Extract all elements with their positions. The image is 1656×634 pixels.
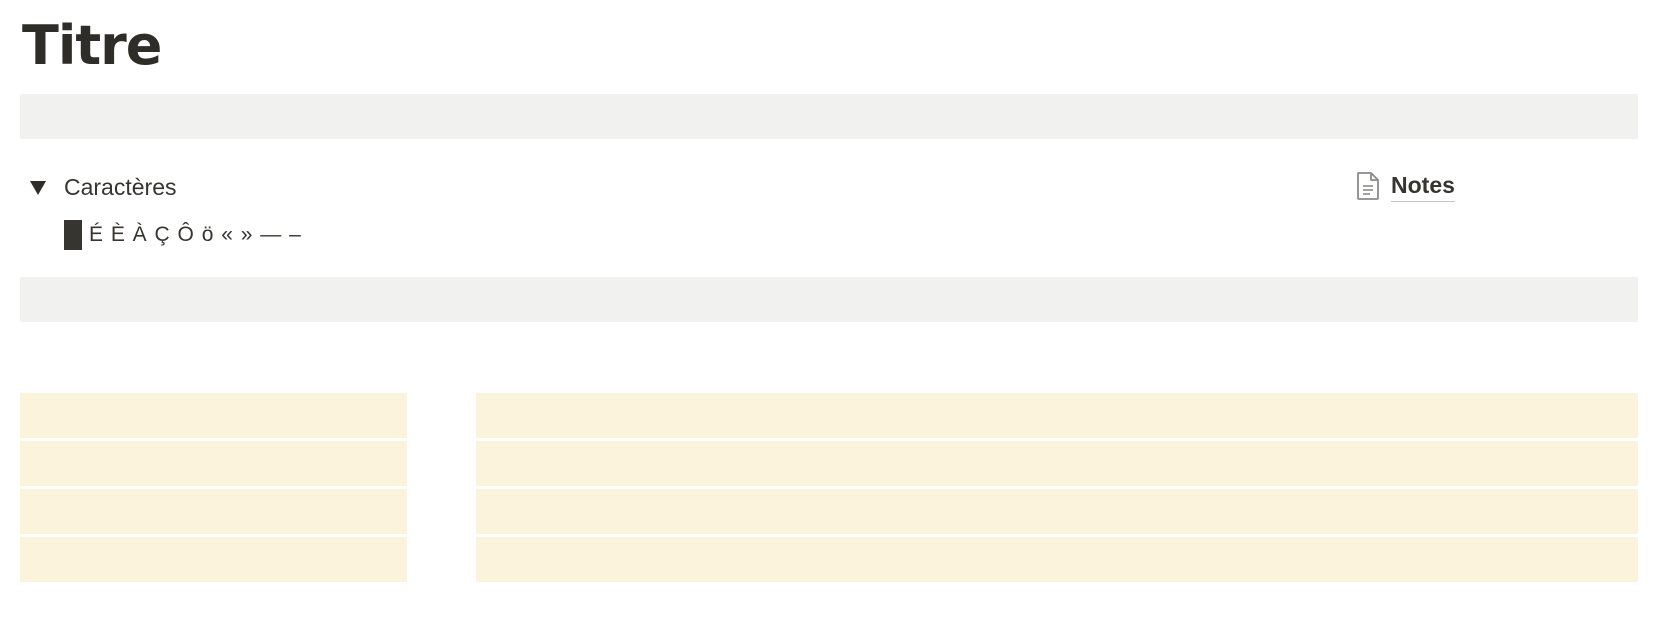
page-title[interactable]: Titre — [22, 10, 162, 82]
gray-callout-block-top[interactable] — [20, 94, 1638, 139]
page: Titre Caractères É È À Ç Ô ö « » — – Not… — [0, 0, 1656, 634]
yellow-block-right-4[interactable] — [476, 537, 1638, 582]
yellow-block-left-1[interactable] — [20, 393, 407, 438]
notes-page-link[interactable]: Notes — [1355, 169, 1455, 202]
toggle-triangle-icon[interactable] — [30, 181, 46, 195]
text-cursor — [64, 220, 82, 250]
toggle-content[interactable]: É È À Ç Ô ö « » — – — [64, 219, 302, 251]
yellow-block-left-4[interactable] — [20, 537, 407, 582]
yellow-block-left-2[interactable] — [20, 441, 407, 486]
yellow-block-right-2[interactable] — [476, 441, 1638, 486]
special-characters-text[interactable]: É È À Ç Ô ö « » — – — [89, 220, 302, 250]
toggle-label[interactable]: Caractères — [64, 170, 176, 204]
notes-link-label[interactable]: Notes — [1391, 169, 1455, 202]
document-icon — [1357, 171, 1379, 200]
yellow-block-right-3[interactable] — [476, 489, 1638, 534]
yellow-block-right-1[interactable] — [476, 393, 1638, 438]
toggle-block-caracteres[interactable]: Caractères — [30, 170, 176, 204]
gray-callout-block-bottom[interactable] — [20, 277, 1638, 322]
yellow-block-left-3[interactable] — [20, 489, 407, 534]
